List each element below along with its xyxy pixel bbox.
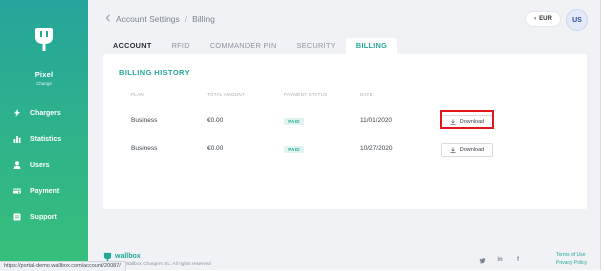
breadcrumb-billing: Billing [192,14,215,24]
top-bar: Account Settings / Billing ‹ EUR US [88,0,600,38]
date-cell: 11/01/2020 [360,117,393,124]
sidebar-item-chargers[interactable]: Chargers [0,100,88,126]
amount-cell: €0.00 [207,117,224,124]
wallbox-logo-icon[interactable] [34,28,54,52]
app-window: Pixel Change Chargers Statistics Users P… [0,0,601,270]
plan-cell: Business [131,145,158,152]
currency-label: EUR [539,16,552,22]
status-badge: PAID [284,146,304,153]
sidebar-item-label: Users [30,161,50,169]
facebook-icon[interactable]: f [514,256,522,264]
sidebar-item-users[interactable]: Users [0,152,88,178]
sidebar: Pixel Change Chargers Statistics Users P… [0,0,88,262]
avatar[interactable]: US [566,9,588,31]
sidebar-nav: Chargers Statistics Users Payment Suppor… [0,100,88,230]
bar-chart-icon [12,134,22,144]
chevron-left-icon: ‹ [534,16,537,22]
bolt-icon [12,108,22,118]
highlight-box [440,110,494,129]
change-user-link[interactable]: Change [0,81,88,86]
linkedin-icon[interactable]: in [496,256,504,264]
tab-security[interactable]: SECURITY [287,38,346,54]
user-icon [12,160,22,170]
tab-account[interactable]: ACCOUNT [103,38,162,54]
column-header-total-amount: TOTAL AMOUNT [207,92,246,97]
sidebar-item-label: Statistics [30,135,62,143]
footer-logo: wallbox [103,252,141,261]
sidebar-item-label: Payment [30,187,60,195]
plan-cell: Business [131,117,158,124]
currency-button[interactable]: ‹ EUR [526,12,560,26]
column-header-plan: PLAN [131,92,144,97]
status-badge: PAID [284,118,304,125]
breadcrumb-account-settings[interactable]: Account Settings [116,14,180,24]
breadcrumb: Account Settings / Billing [105,14,215,24]
terms-of-use-link[interactable]: Terms of Use [556,252,585,258]
sidebar-item-label: Chargers [30,109,61,117]
footer-brand: wallbox [115,253,141,260]
user-name: Pixel [34,70,54,79]
sidebar-item-payment[interactable]: Payment [0,178,88,204]
twitter-icon[interactable] [478,256,486,264]
back-chevron-icon[interactable] [105,14,111,24]
download-button[interactable]: Download [441,143,493,157]
breadcrumb-separator: / [184,14,188,24]
sidebar-item-statistics[interactable]: Statistics [0,126,88,152]
column-header-payment-status: PAYMENT STATUS [284,92,328,97]
tab-commander-pin[interactable]: COMMANDER PIN [200,38,287,54]
download-label: Download [459,147,485,153]
billing-history-title: BILLING HISTORY [119,68,191,77]
settings-tabs: ACCOUNT RFID COMMANDER PIN SECURITY BILL… [103,38,398,54]
footer-copyright: © Wallbox Chargers SL. All rights reserv… [120,262,211,267]
tab-billing[interactable]: BILLING [345,38,398,54]
amount-cell: €0.00 [207,145,224,152]
payment-icon [12,186,22,196]
privacy-policy-link[interactable]: Privacy Policy [556,260,587,266]
support-icon [12,212,22,222]
sidebar-item-support[interactable]: Support [0,204,88,230]
sidebar-item-label: Support [30,213,57,221]
download-icon [450,147,456,153]
date-cell: 10/27/2020 [360,145,393,152]
wallbox-logo-icon [103,252,112,261]
column-header-date: DATE [360,92,373,97]
billing-card: BILLING HISTORY PLAN TOTAL AMOUNT PAYMEN… [103,54,587,209]
tab-rfid[interactable]: RFID [162,38,200,54]
